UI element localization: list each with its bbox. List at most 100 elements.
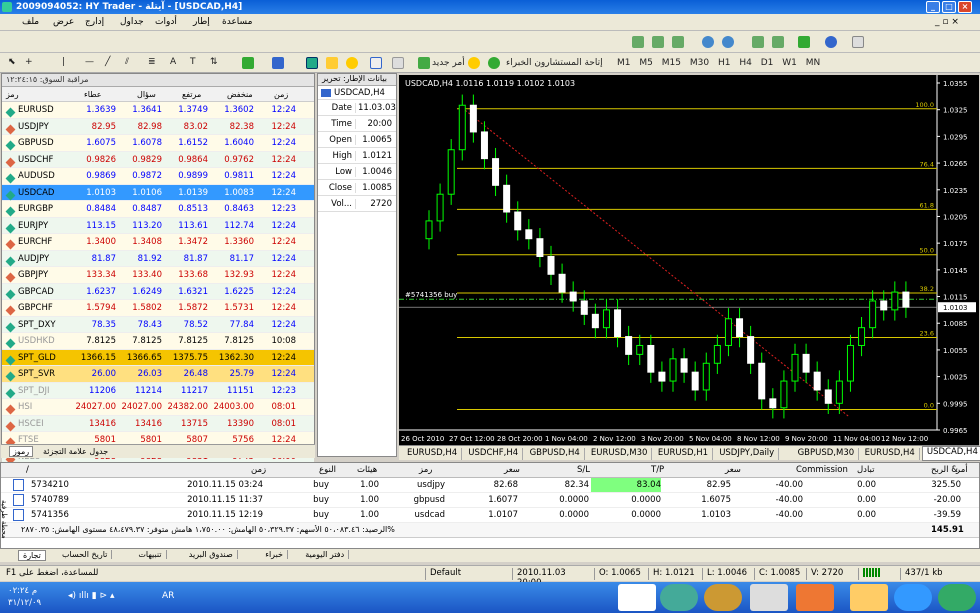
calculator-task-icon[interactable]: [750, 584, 788, 611]
market-watch-row[interactable]: SPT_SVR 26.00 26.03 26.48 25.79 12:24: [2, 366, 314, 383]
minimize-button[interactable]: _: [926, 1, 940, 13]
chart-tab[interactable]: USDCAD,H4: [921, 446, 980, 461]
line-chart-icon[interactable]: [672, 36, 684, 48]
chart-tab[interactable]: USDCHF,H4: [464, 448, 524, 460]
terminal-column-header[interactable]: سعر: [725, 465, 741, 475]
menu-tools[interactable]: أدوات: [155, 17, 177, 27]
col-ask[interactable]: سؤال: [137, 90, 156, 99]
trade-row[interactable]: 5741356 2010.11.15 12:19 buy 1.00 usdcad 1.01…: [1, 508, 979, 523]
market-watch-row[interactable]: GBPCHF 1.5794 1.5802 1.5872 1.5731 12:24: [2, 300, 314, 317]
market-watch-row[interactable]: SPT_GLD 1366.15 1366.65 1375.75 1362.30 …: [2, 349, 314, 366]
cursor-icon[interactable]: ⬉: [8, 57, 16, 67]
tester-icon[interactable]: [392, 57, 404, 69]
text-label-icon[interactable]: T: [190, 57, 196, 67]
trade-row[interactable]: 5734210 2010.11.15 03:24 buy 1.00 usdjpy 82.6…: [1, 478, 979, 493]
chart-tab[interactable]: GBPUSD,M30: [794, 448, 860, 460]
terminal-column-header[interactable]: رمز: [419, 465, 432, 475]
start-button[interactable]: [938, 584, 976, 611]
col-time[interactable]: زمن: [274, 90, 288, 99]
terminal-tab[interactable]: دفتر اليومية: [301, 550, 350, 559]
data-window-icon[interactable]: [326, 57, 338, 69]
chart-tab[interactable]: EURUSD,H4: [403, 448, 463, 460]
explorer-task-icon[interactable]: [850, 584, 888, 611]
new-order-button[interactable]: أمر جديد: [432, 58, 465, 68]
media-player-task-icon[interactable]: [796, 584, 834, 611]
metaeditor-icon[interactable]: [468, 57, 480, 69]
autoscroll-icon[interactable]: [752, 36, 764, 48]
market-watch-row[interactable]: EURUSD 1.3639 1.3641 1.3749 1.3602 12:24: [2, 102, 314, 119]
terminal-tab[interactable]: تجارة: [18, 550, 46, 561]
col-high[interactable]: مرتفع: [182, 90, 201, 99]
terminal-column-header[interactable]: زمن: [251, 465, 266, 475]
trade-row[interactable]: 5740789 2010.11.15 11:37 buy 1.00 gbpusd 1.60…: [1, 493, 979, 508]
terminal-icon[interactable]: [370, 57, 382, 69]
tab-symbols[interactable]: رموز: [9, 446, 34, 457]
market-watch-row[interactable]: USDCHF 0.9826 0.9829 0.9864 0.9762 12:24: [2, 151, 314, 168]
chart-tab[interactable]: EURUSD,M30: [587, 448, 653, 460]
terminal-column-header[interactable]: S/L: [577, 465, 590, 475]
language-indicator[interactable]: AR: [162, 591, 174, 601]
terminal-column-header[interactable]: تبادل: [857, 465, 874, 475]
horizontal-line-icon[interactable]: —: [85, 57, 94, 67]
close-button[interactable]: ×: [958, 1, 972, 13]
terminal-column-header[interactable]: سعر: [504, 465, 520, 475]
hy-trader-task-icon[interactable]: [618, 584, 656, 611]
market-watch-row[interactable]: EURGBP 0.8484 0.8487 0.8513 0.8463 12:23: [2, 201, 314, 218]
zoom-in-icon[interactable]: [702, 36, 714, 48]
market-watch-row[interactable]: AUDUSD 0.9869 0.9872 0.9899 0.9811 12:24: [2, 168, 314, 185]
zoom-out-icon[interactable]: [722, 36, 734, 48]
chart-tab[interactable]: EURUSD,H4: [861, 448, 920, 460]
market-watch-row[interactable]: USDHKD 7.8125 7.8125 7.8125 7.8125 10:08: [2, 333, 314, 350]
menu-insert[interactable]: إدارج: [85, 17, 104, 27]
market-watch-row[interactable]: HSI 24027.00 24027.00 24382.00 24003.00 …: [2, 399, 314, 416]
menu-help[interactable]: مساعدة: [222, 17, 252, 27]
market-watch-row[interactable]: AUDJPY 81.87 81.92 81.87 81.17 12:24: [2, 250, 314, 267]
clock[interactable]: م ٠٢:٢٤ ٣١/١٢/٠٩: [8, 585, 41, 609]
terminal-tab[interactable]: خبراء: [261, 550, 288, 559]
hy-app-task-icon[interactable]: [704, 584, 742, 611]
new-order-icon[interactable]: [418, 57, 430, 69]
tray-icons[interactable]: ◂) ıllı ▮ ⊳ ▴: [68, 591, 115, 601]
market-watch-row[interactable]: GBPUSD 1.6075 1.6078 1.6152 1.6040 12:24: [2, 135, 314, 152]
terminal-column-header[interactable]: هيئات: [357, 465, 377, 475]
navigator-icon[interactable]: [346, 57, 358, 69]
chart-tab[interactable]: USDJPY,Daily: [715, 448, 780, 460]
timeframes-bar[interactable]: M1 M5 M15 M30 H1 H4 D1 W1 MN: [617, 58, 820, 68]
profiles-icon[interactable]: [272, 57, 284, 69]
mdi-controls[interactable]: _ ▫ ×: [935, 17, 959, 27]
crosshair-icon[interactable]: +: [25, 57, 33, 67]
terminal-tab[interactable]: صندوق البريد: [185, 550, 238, 559]
maximize-button[interactable]: □: [942, 1, 956, 13]
terminal-tab[interactable]: تاريخ الحساب: [58, 550, 113, 559]
terminal-column-header[interactable]: النوع: [319, 465, 336, 475]
indicators-icon[interactable]: [798, 36, 810, 48]
col-low[interactable]: منخفض: [227, 90, 253, 99]
menu-charts[interactable]: جداول: [120, 17, 144, 27]
text-icon[interactable]: A: [170, 57, 176, 67]
menu-view[interactable]: عرض: [53, 17, 74, 27]
tab-tick-chart[interactable]: جدول علامة التجزئة: [43, 447, 108, 456]
candlestick-chart[interactable]: USDCAD,H4 1.0116 1.0119 1.0102 1.0103 1.…: [399, 75, 979, 445]
market-watch-row[interactable]: GBPCAD 1.6237 1.6249 1.6321 1.6225 12:24: [2, 283, 314, 300]
col-symbol[interactable]: رمز: [6, 90, 19, 99]
market-watch-row[interactable]: USDJPY 82.95 82.98 83.02 82.38 12:24: [2, 118, 314, 135]
terminal-column-header[interactable]: /: [26, 465, 29, 475]
chart-tab[interactable]: GBPUSD,H4: [526, 448, 585, 460]
terminal-column-header[interactable]: Commission: [796, 465, 848, 475]
market-watch-row[interactable]: EURJPY 113.15 113.20 113.61 112.74 12:24: [2, 217, 314, 234]
market-watch-row[interactable]: GBPJPY 133.34 133.40 133.68 132.93 12:24: [2, 267, 314, 284]
templates-icon[interactable]: [852, 36, 864, 48]
fibonacci-icon[interactable]: ≣: [148, 57, 156, 67]
market-watch-icon[interactable]: [306, 57, 318, 69]
trendline-icon[interactable]: ╱: [105, 57, 110, 67]
new-chart-icon[interactable]: [242, 57, 254, 69]
chart-tab[interactable]: EURUSD,H1: [654, 448, 714, 460]
terminal-tab[interactable]: تنبيهات: [134, 550, 167, 559]
terminal-column-header[interactable]: الربح &: [931, 465, 958, 475]
col-bid[interactable]: عطاء: [84, 90, 102, 99]
periods-icon[interactable]: [825, 36, 837, 48]
terminal-column-header[interactable]: T/P: [651, 465, 664, 475]
chart-shift-icon[interactable]: [772, 36, 784, 48]
browser-task-icon[interactable]: [894, 584, 932, 611]
users-task-icon[interactable]: [660, 584, 698, 611]
